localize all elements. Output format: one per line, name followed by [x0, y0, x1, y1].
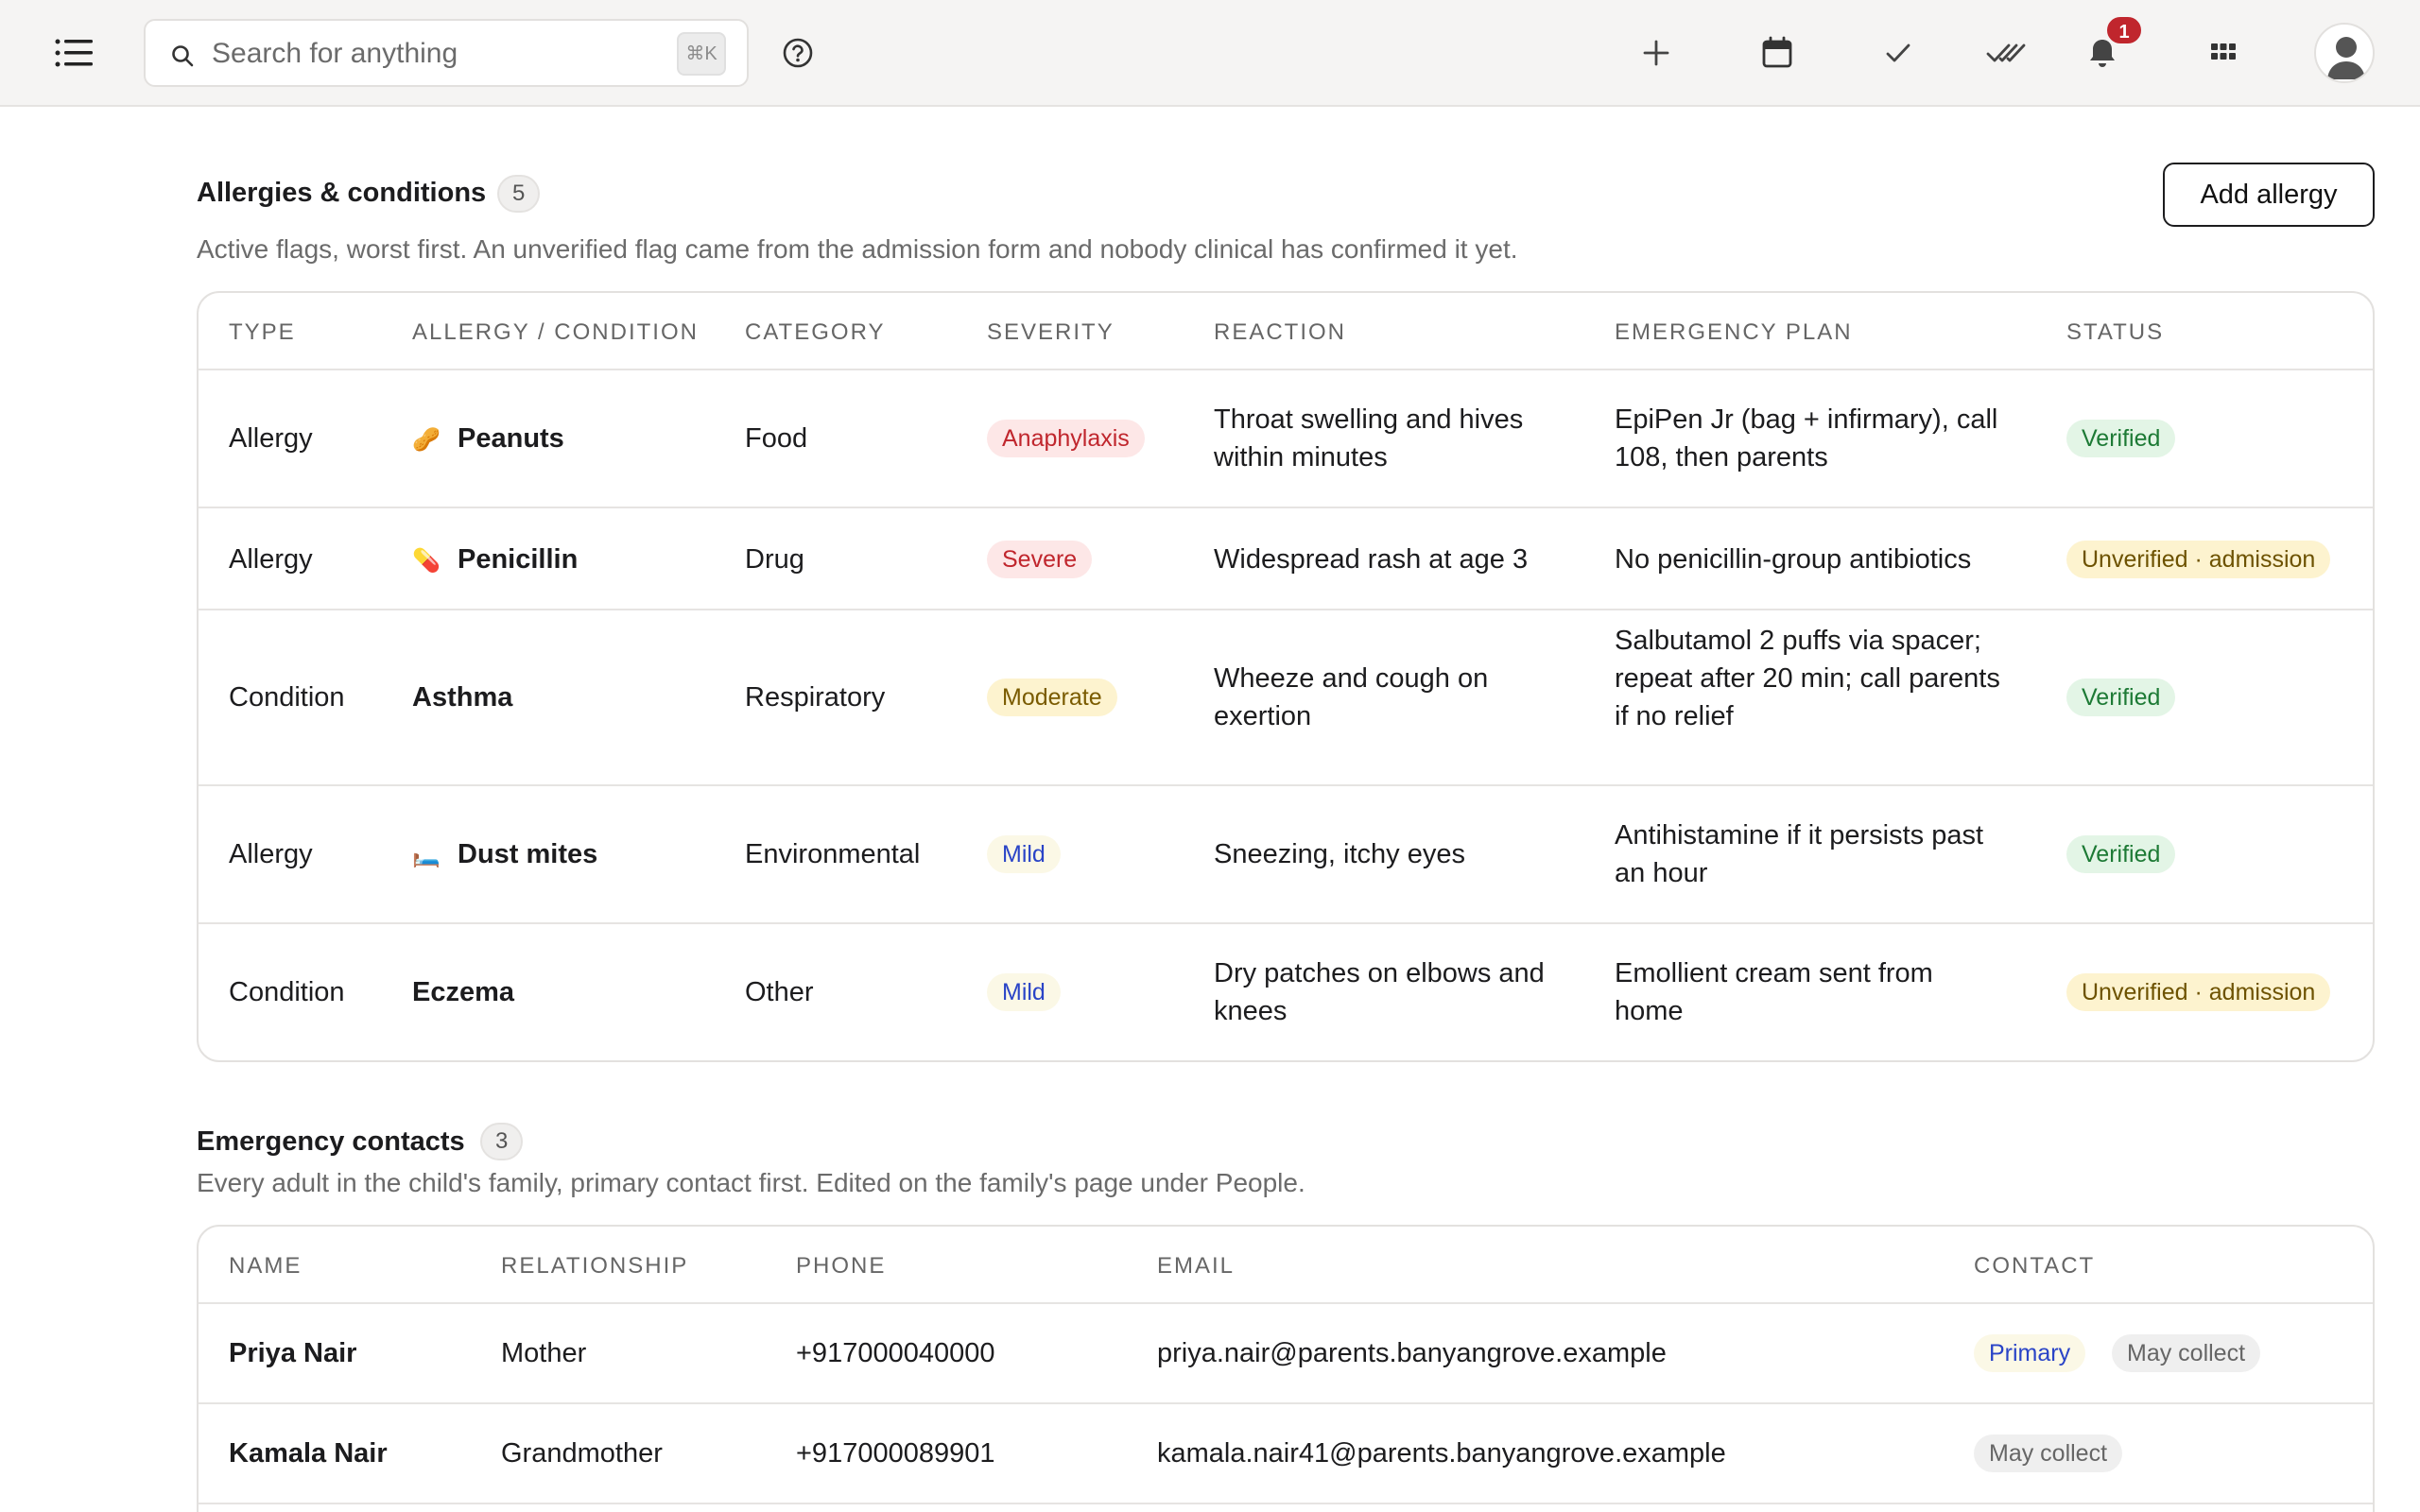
user-avatar-icon[interactable] — [2314, 23, 2375, 83]
row-emergency-plan: Emollient cream sent from home — [1615, 958, 1933, 1026]
column-header-allergy: ALLERGY / CONDITION — [412, 319, 699, 345]
may-collect-badge: May collect — [2112, 1334, 2261, 1372]
row-emergency-plan: Salbutamol 2 puffs via spacer; repeat af… — [1615, 626, 2000, 731]
row-category: Respiratory — [745, 682, 886, 713]
contact-phone: +917000089901 — [796, 1438, 995, 1469]
check-icon[interactable] — [1879, 34, 1917, 72]
contact-relationship: Mother — [501, 1338, 587, 1368]
column-header-relationship: RELATIONSHIP — [501, 1253, 689, 1279]
search-icon — [170, 43, 195, 68]
table-row[interactable]: Allergy 💊 Penicillin Drug Severe Widespre… — [199, 508, 2373, 610]
column-header-phone: PHONE — [796, 1253, 887, 1279]
column-header-name: NAME — [229, 1253, 302, 1279]
status-badge: Verified — [2066, 679, 2176, 716]
row-category: Environmental — [745, 839, 921, 869]
contact-relationship: Grandmother — [501, 1438, 663, 1469]
row-category: Drug — [745, 544, 804, 575]
apps-grid-icon[interactable] — [2204, 34, 2242, 72]
row-type: Allergy — [229, 839, 313, 869]
table-row[interactable]: Kamala Nair Grandmother +917000089901 ka… — [199, 1404, 2373, 1504]
column-header-type: TYPE — [229, 319, 296, 345]
table-row[interactable]: Condition Asthma Respiratory Moderate Wh… — [199, 610, 2373, 786]
severity-badge: Moderate — [987, 679, 1117, 716]
table-row[interactable]: Condition Eczema Other Mild Dry patches … — [199, 924, 2373, 1060]
contact-email: priya.nair@parents.banyangrove.example — [1157, 1338, 1667, 1368]
top-bar: ⌘K 1 — [0, 0, 2420, 107]
column-header-contact: CONTACT — [1974, 1253, 2096, 1279]
allergies-count-badge: 5 — [497, 175, 541, 213]
column-header-email: EMAIL — [1157, 1253, 1236, 1279]
row-reaction: Dry patches on elbows and knees — [1214, 958, 1545, 1026]
contact-name: Kamala Nair — [229, 1438, 388, 1469]
search-input[interactable] — [212, 34, 666, 74]
severity-badge: Mild — [987, 835, 1061, 873]
contacts-table-header: NAME RELATIONSHIP PHONE EMAIL CONTACT — [199, 1227, 2373, 1304]
calendar-icon[interactable] — [1758, 34, 1796, 72]
column-header-reaction: REACTION — [1214, 319, 1347, 345]
column-header-emergency-plan: EMERGENCY PLAN — [1615, 319, 1853, 345]
allergies-table: TYPE ALLERGY / CONDITION CATEGORY SEVERI… — [197, 291, 2375, 1062]
contact-phone: +917000040000 — [796, 1338, 995, 1368]
contacts-description: Every adult in the child's family, prima… — [197, 1168, 1305, 1197]
row-emergency-plan: No penicillin‑group antibiotics — [1615, 544, 1972, 575]
row-allergy-name: 🛏️ Dust mites — [412, 835, 597, 875]
row-emergency-plan: EpiPen Jr (bag + infirmary), call 108, t… — [1615, 404, 1998, 472]
severity-badge: Anaphylaxis — [987, 420, 1145, 457]
status-badge: Unverified · admission — [2066, 541, 2331, 578]
column-header-category: CATEGORY — [745, 319, 886, 345]
row-allergy-name: Asthma — [412, 682, 513, 713]
table-row[interactable]: Allergy 🛏️ Dust mites Environmental Mild … — [199, 786, 2373, 924]
search-shortcut-hint: ⌘K — [677, 32, 726, 76]
row-type: Condition — [229, 682, 345, 713]
help-icon[interactable] — [781, 36, 815, 70]
row-category: Food — [745, 423, 808, 454]
row-allergy-name: Eczema — [412, 977, 515, 1007]
search-box: ⌘K — [144, 19, 749, 87]
row-type: Allergy — [229, 544, 313, 575]
pill-icon: 💊 — [412, 548, 441, 574]
status-badge: Unverified · admission — [2066, 973, 2331, 1011]
double-check-icon[interactable] — [1985, 34, 2027, 72]
contacts-table: NAME RELATIONSHIP PHONE EMAIL CONTACT Pr… — [197, 1225, 2375, 1512]
row-reaction: Sneezing, itchy eyes — [1214, 839, 1465, 869]
peanut-icon: 🥜 — [412, 427, 441, 453]
table-row[interactable]: Allergy 🥜 Peanuts Food Anaphylaxis Throat… — [199, 370, 2373, 508]
contact-name: Priya Nair — [229, 1338, 357, 1368]
add-allergy-button[interactable]: Add allergy — [2163, 163, 2375, 227]
column-header-severity: SEVERITY — [987, 319, 1115, 345]
row-type: Condition — [229, 977, 345, 1007]
bed-icon: 🛏️ — [412, 843, 441, 868]
allergies-title: Allergies & conditions — [197, 178, 487, 208]
row-emergency-plan: Antihistamine if it persists past an hou… — [1615, 820, 1984, 888]
status-badge: Verified — [2066, 420, 2176, 457]
primary-badge: Primary — [1974, 1334, 2086, 1372]
allergies-table-header: TYPE ALLERGY / CONDITION CATEGORY SEVERI… — [199, 293, 2373, 370]
menu-icon[interactable] — [53, 34, 98, 72]
row-category: Other — [745, 977, 814, 1007]
contacts-title: Emergency contacts — [197, 1126, 465, 1157]
contacts-count-badge: 3 — [480, 1123, 524, 1160]
allergies-description: Active flags, worst first. An unverified… — [197, 234, 1518, 264]
column-header-status: STATUS — [2066, 319, 2165, 345]
row-allergy-name: 💊 Penicillin — [412, 541, 578, 580]
may-collect-badge: May collect — [1974, 1435, 2123, 1472]
table-row[interactable]: Priya Nair Mother +917000040000 priya.na… — [199, 1304, 2373, 1404]
row-reaction: Wheeze and cough on exertion — [1214, 663, 1489, 731]
row-allergy-name: 🥜 Peanuts — [412, 420, 564, 459]
row-reaction: Throat swelling and hives within minutes — [1214, 404, 1524, 472]
status-badge: Verified — [2066, 835, 2176, 873]
severity-badge: Severe — [987, 541, 1093, 578]
row-type: Allergy — [229, 423, 313, 454]
severity-badge: Mild — [987, 973, 1061, 1011]
plus-icon[interactable] — [1637, 34, 1675, 72]
contact-email: kamala.nair41@parents.banyangrove.exampl… — [1157, 1438, 1726, 1469]
row-reaction: Widespread rash at age 3 — [1214, 544, 1529, 575]
notification-count-badge: 1 — [2105, 15, 2143, 45]
